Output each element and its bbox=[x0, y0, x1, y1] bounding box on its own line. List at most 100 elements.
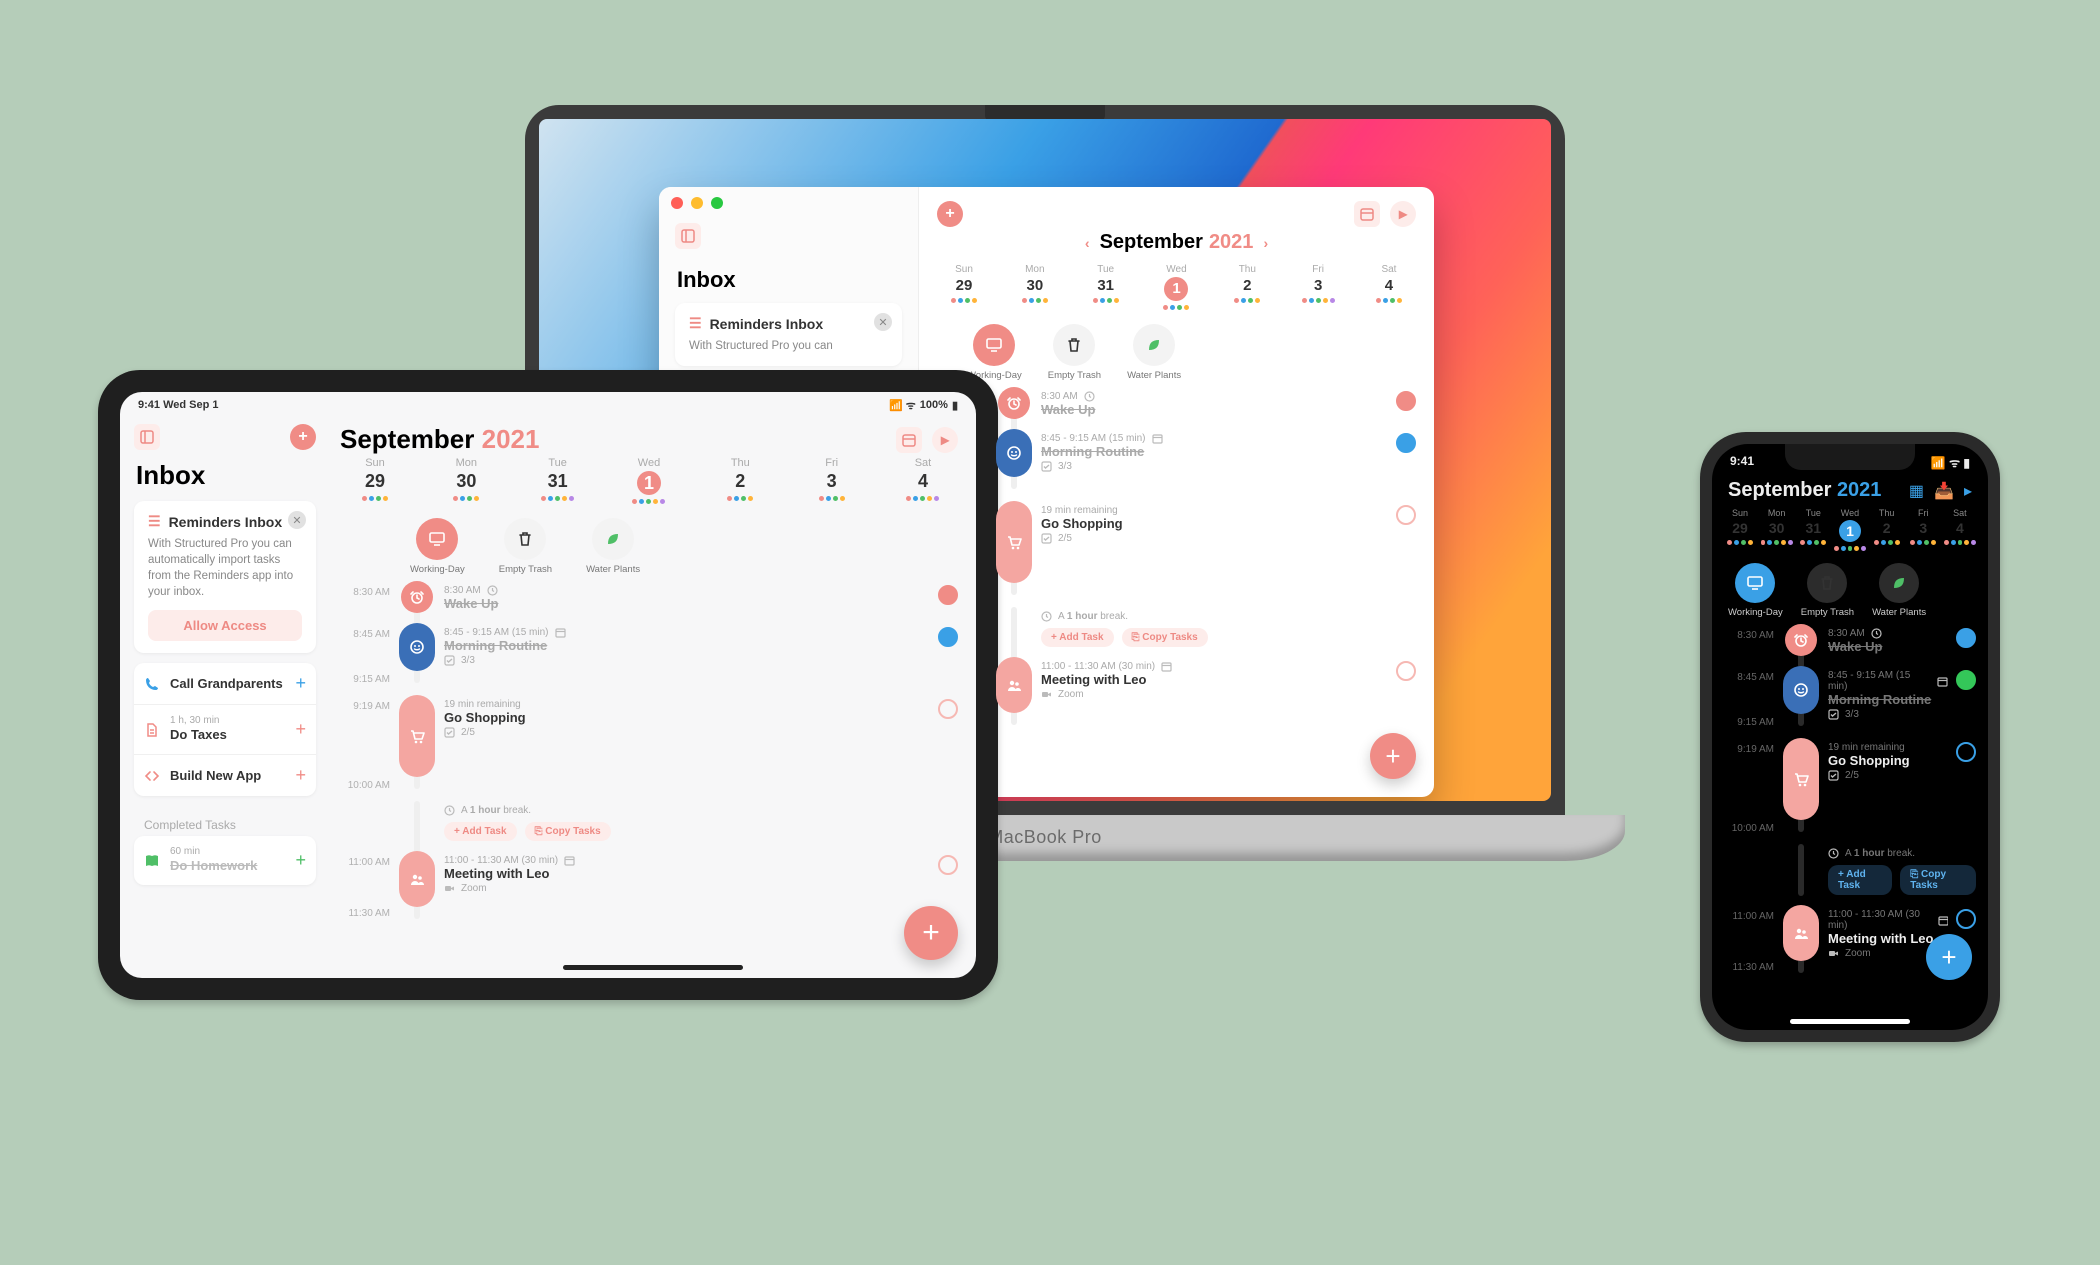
event-title: Wake Up bbox=[444, 596, 930, 611]
timeline-event[interactable]: 8:30 AM 8:30 AM Wake Up bbox=[340, 581, 958, 613]
sidebar-toggle-button[interactable] bbox=[134, 424, 160, 450]
event-check[interactable] bbox=[938, 623, 958, 647]
weekday-cell[interactable]: Thu 2 bbox=[705, 457, 775, 504]
weekday-cell[interactable]: Tue 31 bbox=[523, 457, 593, 504]
timeline-event[interactable]: 8:45 AM9:15 AM 8:45 - 9:15 AM (15 min) M… bbox=[340, 623, 958, 685]
event-check[interactable] bbox=[1396, 429, 1416, 453]
weekday-cell[interactable]: Mon 30 bbox=[431, 457, 501, 504]
weekday-cell[interactable]: Sun 29 bbox=[941, 264, 987, 310]
weekday-cell[interactable]: Tue 31 bbox=[1083, 264, 1129, 310]
event-title: Go Shopping bbox=[444, 710, 930, 725]
timeline-event[interactable]: 9:19 AM10:00 AM 19 min remaining Go Shop… bbox=[1724, 738, 1976, 834]
event-check[interactable] bbox=[938, 851, 958, 875]
event-check[interactable] bbox=[938, 581, 958, 605]
template-chip[interactable]: Working-Day bbox=[967, 324, 1022, 381]
template-chip[interactable]: Water Plants bbox=[586, 518, 640, 575]
calendar-button[interactable] bbox=[896, 427, 922, 453]
weekday-cell[interactable]: Sun 29 bbox=[340, 457, 410, 504]
chevron-right-icon[interactable]: › bbox=[1259, 235, 1272, 251]
event-check[interactable] bbox=[1956, 738, 1976, 762]
weekday-cell[interactable]: Fri 3 bbox=[1295, 264, 1341, 310]
timeline-event[interactable]: 11:00 AM11:30 AM 11:00 - 11:30 AM (30 mi… bbox=[937, 657, 1416, 725]
add-task-button[interactable]: + Add Task bbox=[1828, 865, 1892, 895]
template-chip[interactable]: Working-Day bbox=[410, 518, 465, 575]
timeline-event[interactable]: 9:19 AM10:00 AM 19 min remaining Go Shop… bbox=[340, 695, 958, 791]
template-chip[interactable]: Working-Day bbox=[1728, 563, 1783, 618]
close-icon[interactable] bbox=[671, 197, 683, 209]
home-indicator bbox=[563, 965, 743, 970]
add-to-timeline-button[interactable]: + bbox=[295, 850, 306, 871]
inbox-item[interactable]: 60 min Do Homework + bbox=[134, 836, 316, 885]
close-icon[interactable]: ✕ bbox=[874, 313, 892, 331]
next-button[interactable]: ▸ bbox=[1964, 481, 1972, 501]
add-to-timeline-button[interactable]: + bbox=[295, 765, 306, 786]
weekday-cell[interactable]: Sat 4 bbox=[1944, 508, 1976, 551]
weekday-cell[interactable]: Wed 1 bbox=[1153, 264, 1199, 310]
add-to-timeline-button[interactable]: + bbox=[295, 673, 306, 694]
copy-tasks-button[interactable]: ⎘ Copy Tasks bbox=[525, 822, 611, 841]
weekday-cell[interactable]: Mon 30 bbox=[1761, 508, 1793, 551]
timeline-event[interactable]: 8:30 AM 8:30 AM Wake Up bbox=[1724, 624, 1976, 656]
event-check[interactable] bbox=[1956, 624, 1976, 648]
add-inbox-button[interactable]: + bbox=[290, 424, 316, 450]
next-button[interactable]: ▸ bbox=[932, 427, 958, 453]
chevron-left-icon[interactable]: ‹ bbox=[1081, 235, 1094, 251]
inbox-item[interactable]: Call Grandparents + bbox=[134, 663, 316, 705]
close-icon[interactable]: ✕ bbox=[288, 511, 306, 529]
event-check[interactable] bbox=[1956, 666, 1976, 690]
event-check[interactable] bbox=[1396, 501, 1416, 525]
sidebar-toggle-button[interactable] bbox=[675, 223, 701, 249]
leaf-icon bbox=[1879, 563, 1919, 603]
inbox-item[interactable]: Build New App + bbox=[134, 755, 316, 796]
template-chip[interactable]: Empty Trash bbox=[1048, 324, 1101, 381]
weekday-cell[interactable]: Wed 1 bbox=[1834, 508, 1866, 551]
weekday-cell[interactable]: Sat 4 bbox=[1366, 264, 1412, 310]
add-task-fab[interactable]: + bbox=[1370, 733, 1416, 779]
event-check[interactable] bbox=[1396, 657, 1416, 681]
event-check[interactable] bbox=[1396, 387, 1416, 411]
weekday-cell[interactable]: Thu 2 bbox=[1871, 508, 1903, 551]
template-chip[interactable]: Empty Trash bbox=[499, 518, 552, 575]
alarm-icon bbox=[1785, 624, 1817, 656]
event-check[interactable] bbox=[938, 695, 958, 719]
timeline-event[interactable]: 8:45 AM9:15 AM 8:45 - 9:15 AM (15 min) M… bbox=[1724, 666, 1976, 728]
status-bar: 9:41 Wed Sep 1 📶 ᯤ100%▮ bbox=[120, 392, 976, 418]
add-task-fab[interactable]: + bbox=[904, 906, 958, 960]
timeline-event[interactable]: 8:45 AM9:15 AM 8:45 - 9:15 AM (15 min) M… bbox=[937, 429, 1416, 491]
add-inbox-button[interactable]: + bbox=[937, 201, 963, 227]
inbox-title: Inbox bbox=[675, 261, 902, 303]
allow-access-button[interactable]: Allow Access bbox=[148, 610, 302, 641]
break-label: A 1 hour break. bbox=[1828, 848, 1976, 859]
add-task-fab[interactable]: + bbox=[1926, 934, 1972, 980]
zoom-icon[interactable] bbox=[711, 197, 723, 209]
inbox-item[interactable]: 1 h, 30 min Do Taxes + bbox=[134, 705, 316, 755]
event-check[interactable] bbox=[1956, 905, 1976, 929]
calendar-button[interactable] bbox=[1354, 201, 1380, 227]
weekday-cell[interactable]: Fri 3 bbox=[797, 457, 867, 504]
weekday-cell[interactable]: Sun 29 bbox=[1724, 508, 1756, 551]
minimize-icon[interactable] bbox=[691, 197, 703, 209]
weekday-cell[interactable]: Fri 3 bbox=[1907, 508, 1939, 551]
calendar-button[interactable]: ▦ bbox=[1909, 481, 1924, 501]
template-chip[interactable]: Empty Trash bbox=[1801, 563, 1854, 618]
month-selector[interactable]: ‹ September 2021 › bbox=[937, 231, 1416, 254]
timeline-event[interactable]: 8:30 AM 8:30 AM Wake Up bbox=[937, 387, 1416, 419]
add-to-timeline-button[interactable]: + bbox=[295, 719, 306, 740]
weekday-cell[interactable]: Tue 31 bbox=[1797, 508, 1829, 551]
next-button[interactable]: ▸ bbox=[1390, 201, 1416, 227]
inbox-button[interactable]: 📥 bbox=[1934, 481, 1954, 501]
window-traffic-lights[interactable] bbox=[671, 197, 723, 209]
weekday-cell[interactable]: Sat 4 bbox=[888, 457, 958, 504]
copy-tasks-button[interactable]: ⎘ Copy Tasks bbox=[1122, 628, 1208, 647]
template-chip[interactable]: Water Plants bbox=[1872, 563, 1926, 618]
timeline-event[interactable]: 11:00 AM11:30 AM 11:00 - 11:30 AM (30 mi… bbox=[340, 851, 958, 919]
copy-tasks-button[interactable]: ⎘ Copy Tasks bbox=[1900, 865, 1976, 895]
add-task-button[interactable]: + Add Task bbox=[444, 822, 517, 841]
weekday-cell[interactable]: Wed 1 bbox=[614, 457, 684, 504]
weekday-cell[interactable]: Thu 2 bbox=[1224, 264, 1270, 310]
week-row: Sun 29 Mon 30 Tue 31 Wed 1 Thu 2 bbox=[340, 457, 958, 504]
weekday-cell[interactable]: Mon 30 bbox=[1012, 264, 1058, 310]
add-task-button[interactable]: + Add Task bbox=[1041, 628, 1114, 647]
template-chip[interactable]: Water Plants bbox=[1127, 324, 1181, 381]
timeline-event[interactable]: 9:19 AM10:00 AM 19 min remaining Go Shop… bbox=[937, 501, 1416, 597]
